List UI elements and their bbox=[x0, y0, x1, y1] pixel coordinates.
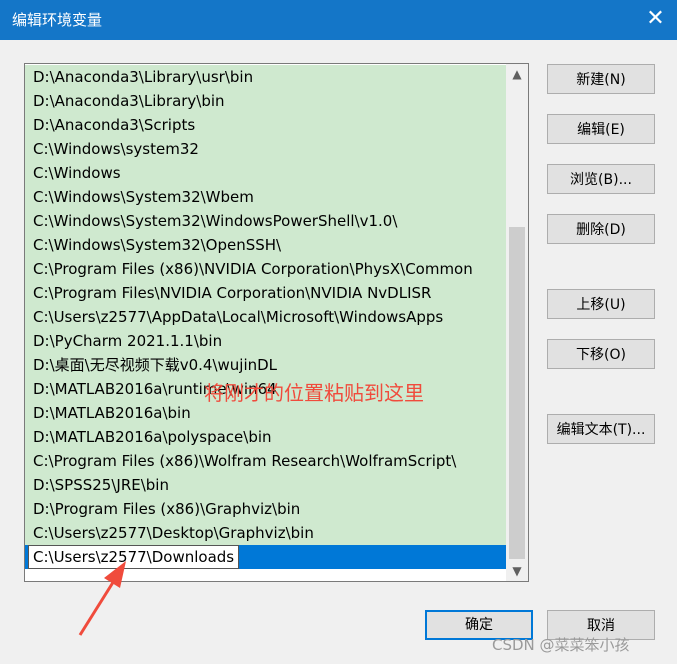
annotation-arrow-icon bbox=[78, 561, 126, 636]
edit-env-variable-dialog: 编辑环境变量 ✕ D:\Anaconda3\Library\usr\bin D:\… bbox=[0, 0, 677, 664]
watermark: CSDN @菜菜笨小孩 bbox=[492, 636, 630, 654]
